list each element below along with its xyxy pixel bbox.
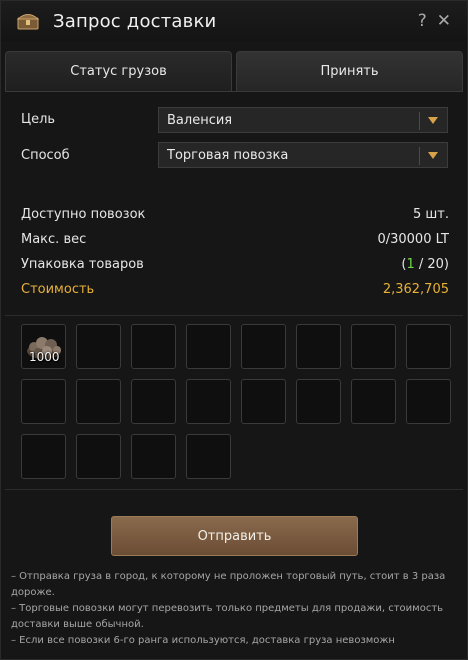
method-label: Способ — [21, 148, 70, 163]
carriages-value: 5 шт. — [412, 207, 449, 222]
cargo-slot[interactable] — [241, 379, 286, 424]
notes: – Отправка груза в город, к которому не … — [11, 569, 451, 649]
cargo-slot[interactable] — [131, 379, 176, 424]
packing-row: Упаковка товаров (1 / 20) — [21, 257, 449, 272]
packing-value: (1 / 20) — [401, 257, 449, 272]
item-quantity: 1000 — [29, 350, 60, 364]
cargo-slot[interactable] — [351, 379, 396, 424]
cargo-slot[interactable] — [351, 324, 396, 369]
window-title: Запрос доставки — [53, 10, 217, 32]
max-weight-row: Макс. вес 0/30000 LT — [21, 232, 449, 247]
cargo-slot[interactable] — [186, 434, 231, 479]
method-value: Торговая повозка — [167, 147, 289, 163]
tab-bar: Статус грузов Принять — [5, 51, 463, 91]
treasure-chest-icon — [17, 12, 39, 30]
cost-value: 2,362,705 — [382, 282, 449, 297]
cargo-slot[interactable] — [76, 324, 121, 369]
help-icon[interactable]: ? — [418, 11, 427, 31]
cargo-slot[interactable] — [296, 379, 341, 424]
note-text: – Торговые повозки могут перевозить толь… — [11, 603, 444, 630]
send-button[interactable]: Отправить — [111, 516, 358, 556]
cost-label: Стоимость — [21, 282, 95, 297]
packing-used-count: 1 — [406, 257, 415, 272]
tab-cargo-status[interactable]: Статус грузов — [5, 51, 232, 91]
cargo-slot[interactable] — [186, 379, 231, 424]
cargo-slot[interactable] — [406, 324, 451, 369]
divider — [5, 91, 463, 92]
carriages-row: Доступно повозок 5 шт. — [21, 207, 449, 222]
delivery-request-window: Запрос доставки ? ✕ Статус грузов Принят… — [0, 0, 468, 660]
select-separator — [419, 147, 420, 165]
divider — [5, 489, 463, 490]
cargo-slot[interactable] — [76, 379, 121, 424]
cargo-slot[interactable] — [21, 434, 66, 479]
packing-label: Упаковка товаров — [21, 257, 144, 272]
dropdown-arrow-icon[interactable] — [428, 152, 438, 159]
cargo-slot[interactable] — [131, 434, 176, 479]
destination-label: Цель — [21, 112, 56, 127]
method-select[interactable]: Торговая повозка — [158, 142, 448, 168]
note-text: – Отправка груза в город, к которому не … — [11, 571, 446, 598]
cargo-slot[interactable]: 1000 — [21, 324, 66, 369]
cargo-slot[interactable] — [21, 379, 66, 424]
dropdown-arrow-icon[interactable] — [428, 117, 438, 124]
note-text: – Если все повозки 6-го ранга используют… — [11, 635, 395, 646]
cargo-slot[interactable] — [76, 434, 121, 479]
max-weight-value: 0/30000 LT — [377, 232, 449, 247]
close-icon[interactable]: ✕ — [437, 11, 451, 31]
carriages-label: Доступно повозок — [21, 207, 146, 222]
cargo-slot[interactable] — [186, 324, 231, 369]
cargo-slot[interactable] — [406, 379, 451, 424]
title-bar[interactable]: Запрос доставки ? ✕ — [1, 1, 467, 41]
destination-select[interactable]: Валенсия — [158, 107, 448, 133]
destination-value: Валенсия — [167, 112, 233, 128]
divider — [5, 315, 463, 316]
cost-row: Стоимость 2,362,705 — [21, 282, 449, 297]
cargo-slot[interactable] — [241, 324, 286, 369]
max-weight-label: Макс. вес — [21, 232, 87, 247]
cargo-slot[interactable] — [131, 324, 176, 369]
select-separator — [419, 112, 420, 130]
cargo-slot[interactable] — [296, 324, 341, 369]
tab-accept[interactable]: Принять — [236, 51, 463, 91]
